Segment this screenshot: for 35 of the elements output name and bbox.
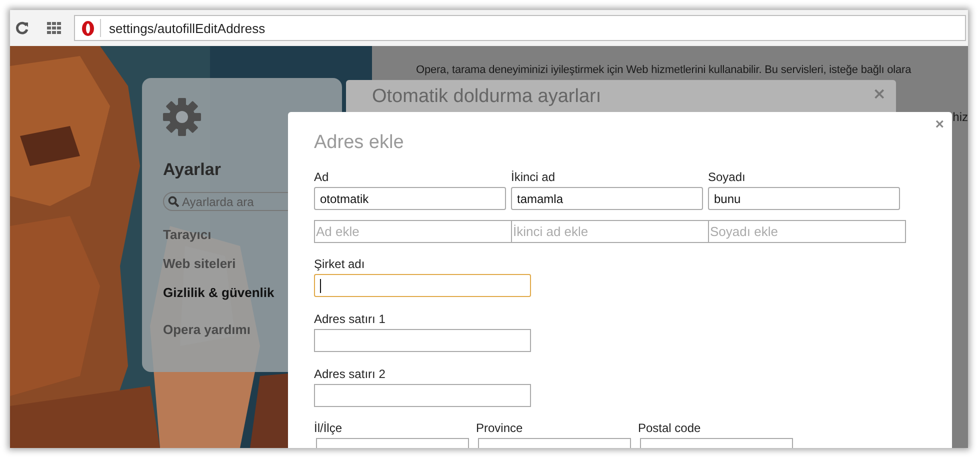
field-label: Postal code bbox=[638, 421, 701, 435]
opera-logo-icon bbox=[82, 20, 94, 36]
search-icon bbox=[168, 196, 179, 207]
input-field[interactable]: Soyadı ekle bbox=[708, 220, 906, 243]
close-button[interactable]: × bbox=[872, 84, 886, 103]
field-label: Ad bbox=[314, 170, 329, 184]
sidebar-title: Ayarlar bbox=[163, 160, 221, 180]
sidebar-item[interactable]: Opera yardımı bbox=[163, 322, 250, 337]
sidebar-item[interactable]: Gizlilik & güvenlik bbox=[163, 285, 274, 300]
address-field[interactable]: settings/autofillEditAddress bbox=[74, 15, 966, 41]
close-button[interactable]: × bbox=[935, 116, 944, 133]
field-label: Adres satırı 2 bbox=[314, 367, 386, 381]
grid-icon[interactable] bbox=[47, 22, 61, 34]
field-label: Province bbox=[476, 421, 523, 435]
field-label: Şirket adı bbox=[314, 257, 365, 271]
input-field[interactable]: Ad ekle bbox=[314, 220, 512, 243]
input-field[interactable] bbox=[314, 384, 531, 407]
field-label: İkinci ad bbox=[511, 170, 556, 184]
notice-text-fragment: hiz bbox=[952, 110, 968, 124]
input-field[interactable]: tamamla bbox=[511, 187, 703, 210]
input-field[interactable]: İkinci ad ekle bbox=[511, 220, 709, 243]
field-label: Adres satırı 1 bbox=[314, 312, 386, 326]
input-field[interactable]: ototmatik bbox=[314, 187, 506, 210]
input-field[interactable] bbox=[314, 274, 531, 297]
sidebar-item[interactable]: Tarayıcı bbox=[163, 227, 212, 242]
reload-icon[interactable] bbox=[15, 21, 29, 35]
notice-text: Opera, tarama deneyiminizi iyileştirmek için Web hizmetlerini kullanabilir. Bu servisleri, isteğe bağlı olara bbox=[416, 64, 912, 76]
sidebar-item[interactable]: Web siteleri bbox=[163, 256, 236, 271]
field-label: Soyadı bbox=[708, 170, 746, 184]
settings-icon bbox=[163, 98, 201, 136]
field-label: İl/İlçe bbox=[314, 421, 342, 435]
input-field[interactable]: bunu bbox=[708, 187, 900, 210]
dialog-title: Adres ekle bbox=[314, 132, 405, 154]
dialog-title: Otomatik doldurma ayarları bbox=[372, 86, 602, 108]
input-field[interactable] bbox=[314, 329, 531, 352]
